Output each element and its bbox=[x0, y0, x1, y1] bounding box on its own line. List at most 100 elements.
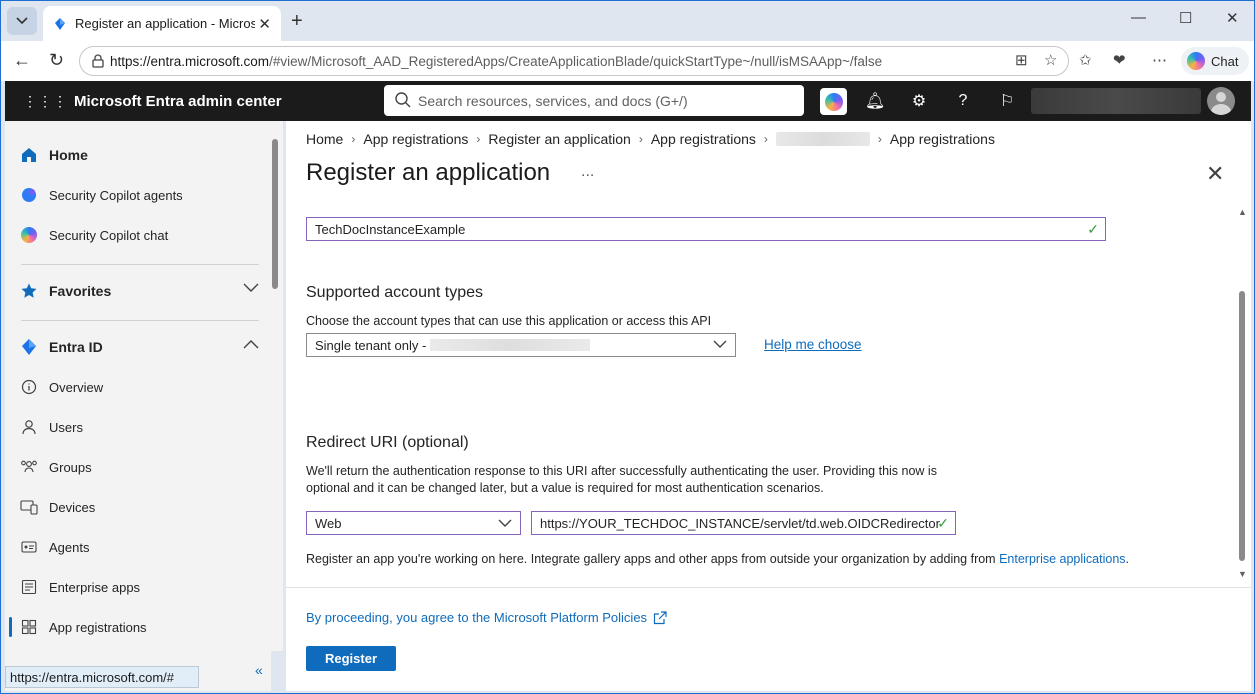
global-search-input[interactable]: Search resources, services, and docs (G+… bbox=[384, 85, 804, 116]
sidebar-item-devices[interactable]: Devices bbox=[5, 487, 271, 527]
breadcrumb: Home › App registrations › Register an a… bbox=[306, 131, 995, 147]
settings-gear-icon[interactable]: ⚙ bbox=[908, 90, 930, 112]
external-link-icon bbox=[653, 610, 667, 624]
breadcrumb-separator-icon: › bbox=[877, 132, 882, 146]
sidebar-item-agents[interactable]: Agents bbox=[5, 527, 271, 567]
app-name-input[interactable]: TechDocInstanceExample ✓ bbox=[306, 217, 1106, 241]
sidebar-item-label: Favorites bbox=[49, 283, 112, 299]
sidebar-item-favorites[interactable]: Favorites bbox=[5, 271, 271, 311]
sidebar-item-security-copilot-agents[interactable]: Security Copilot agents bbox=[5, 175, 271, 215]
breadcrumb-app-registrations-2[interactable]: App registrations bbox=[651, 131, 756, 147]
redirect-uri-input[interactable]: https://YOUR_TECHDOC_INSTANCE/servlet/td… bbox=[531, 511, 956, 535]
redirect-description-2: optional and it can be changed later, bu… bbox=[306, 481, 824, 495]
sidebar-item-label: Security Copilot agents bbox=[49, 187, 183, 203]
help-icon[interactable]: ? bbox=[952, 90, 974, 112]
close-blade-icon[interactable]: ✕ bbox=[1206, 161, 1224, 187]
divider bbox=[21, 320, 259, 321]
home-icon bbox=[19, 145, 39, 165]
close-window-icon[interactable]: ✕ bbox=[1226, 9, 1239, 27]
url-host: https://entra.microsoft.com bbox=[110, 53, 270, 69]
copilot-chat-button[interactable]: Chat bbox=[1181, 47, 1249, 75]
portal-brand[interactable]: Microsoft Entra admin center bbox=[74, 93, 282, 110]
scroll-up-icon[interactable]: ▲ bbox=[1238, 207, 1247, 217]
copilot-icon bbox=[824, 92, 843, 111]
scrollbar-thumb[interactable] bbox=[272, 139, 278, 289]
redirect-uri-heading: Redirect URI (optional) bbox=[306, 434, 469, 451]
user-account-info[interactable] bbox=[1031, 88, 1201, 114]
refresh-icon[interactable]: ↻ bbox=[49, 50, 64, 71]
avatar[interactable] bbox=[1207, 87, 1235, 115]
sidebar-item-label: Groups bbox=[49, 459, 92, 475]
chevron-down-icon bbox=[498, 519, 512, 527]
entra-favicon-icon bbox=[55, 17, 65, 30]
portal-header: ⋮⋮⋮ Microsoft Entra admin center Search … bbox=[5, 81, 1251, 121]
browser-window: Register an application - Microsoft ✕ + … bbox=[0, 0, 1255, 694]
help-me-choose-link[interactable]: Help me choose bbox=[764, 337, 862, 352]
entra-id-icon bbox=[19, 337, 39, 357]
platform-policies-link[interactable]: By proceeding, you agree to the Microsof… bbox=[306, 610, 667, 625]
notifications-bell-icon[interactable]: 🔔︎ bbox=[864, 90, 886, 112]
left-navigation: Home Security Copilot agents Security Co… bbox=[5, 121, 271, 691]
sidebar-item-groups[interactable]: Groups bbox=[5, 447, 271, 487]
url-field[interactable]: https://entra.microsoft.com/#view/Micros… bbox=[79, 46, 1069, 76]
scrollbar-thumb[interactable] bbox=[1239, 291, 1245, 561]
scroll-down-icon[interactable]: ▼ bbox=[1238, 569, 1247, 579]
new-tab-icon[interactable]: + bbox=[291, 10, 303, 33]
sidebar-item-security-copilot-chat[interactable]: Security Copilot chat bbox=[5, 215, 271, 255]
chat-label: Chat bbox=[1211, 53, 1239, 69]
breadcrumb-app-registrations[interactable]: App registrations bbox=[363, 131, 468, 147]
chevron-down-icon bbox=[713, 340, 727, 348]
sidebar-item-enterprise-apps[interactable]: Enterprise apps bbox=[5, 567, 271, 607]
favorites-icon[interactable]: ✩ bbox=[1079, 51, 1092, 69]
sidebar-item-overview[interactable]: Overview bbox=[5, 367, 271, 407]
devices-icon bbox=[19, 497, 39, 517]
sidebar-item-label: Security Copilot chat bbox=[49, 227, 169, 243]
feedback-icon[interactable]: ⚐ bbox=[996, 90, 1018, 112]
sidebar-item-app-registrations[interactable]: App registrations bbox=[5, 607, 271, 647]
back-icon[interactable]: ← bbox=[13, 50, 31, 71]
valid-check-icon: ✓ bbox=[937, 515, 949, 531]
breadcrumb-register-application[interactable]: Register an application bbox=[488, 131, 630, 147]
breadcrumb-redacted[interactable] bbox=[775, 132, 870, 146]
copilot-button[interactable] bbox=[820, 88, 847, 115]
more-menu-icon[interactable]: ⋯ bbox=[1152, 51, 1167, 69]
sidebar-item-entra-id[interactable]: Entra ID bbox=[5, 327, 271, 367]
enterprise-apps-icon bbox=[19, 577, 39, 597]
content-scrollbar[interactable]: ▲ ▼ bbox=[1236, 207, 1248, 581]
more-options-icon[interactable]: ... bbox=[581, 163, 594, 181]
footer-divider bbox=[286, 587, 1251, 588]
url-path: /#view/Microsoft_AAD_RegisteredApps/Crea… bbox=[269, 53, 883, 69]
link-status-bar: https://entra.microsoft.com/# bbox=[5, 666, 199, 688]
tab-actions-menu-button[interactable] bbox=[7, 7, 37, 35]
collapse-sidebar-icon[interactable]: « bbox=[255, 662, 263, 678]
chevron-down-icon bbox=[243, 283, 259, 292]
profile-icon[interactable]: ❤ bbox=[1113, 51, 1126, 69]
register-button[interactable]: Register bbox=[306, 646, 396, 671]
sidebar-item-home[interactable]: Home bbox=[5, 135, 271, 175]
browser-tab[interactable]: Register an application - Microsoft ✕ bbox=[43, 6, 281, 41]
address-bar-row: ← ↻ https://entra.microsoft.com/#view/Mi… bbox=[1, 41, 1254, 81]
sidebar-item-label: Entra ID bbox=[49, 339, 103, 355]
minimize-icon[interactable]: — bbox=[1131, 9, 1146, 26]
app-launcher-icon[interactable]: ⋮⋮⋮ bbox=[23, 93, 68, 110]
page-title: Register an application bbox=[306, 159, 551, 186]
search-placeholder: Search resources, services, and docs (G+… bbox=[418, 92, 688, 109]
sidebar-item-label: Home bbox=[49, 147, 88, 163]
breadcrumb-home[interactable]: Home bbox=[306, 131, 343, 147]
sidebar-item-label: Enterprise apps bbox=[49, 579, 141, 595]
sidebar-scrollbar[interactable] bbox=[267, 121, 283, 651]
chevron-up-icon bbox=[243, 340, 259, 349]
account-type-select[interactable]: Single tenant only - bbox=[306, 333, 736, 357]
app-name-value: TechDocInstanceExample bbox=[315, 221, 466, 237]
favorite-star-icon[interactable]: ☆ bbox=[1044, 51, 1057, 69]
breadcrumb-separator-icon: › bbox=[763, 132, 768, 146]
sidebar-item-users[interactable]: Users bbox=[5, 407, 271, 447]
platform-select[interactable]: Web bbox=[306, 511, 521, 535]
app-available-icon[interactable]: ⊞ bbox=[1015, 51, 1028, 69]
maximize-icon[interactable]: ☐ bbox=[1179, 9, 1192, 27]
enterprise-applications-link[interactable]: Enterprise applications bbox=[999, 552, 1125, 566]
copilot-chat-icon bbox=[19, 225, 39, 245]
close-tab-icon[interactable]: ✕ bbox=[258, 15, 271, 33]
breadcrumb-app-registrations-3[interactable]: App registrations bbox=[890, 131, 995, 147]
breadcrumb-separator-icon: › bbox=[351, 132, 356, 146]
